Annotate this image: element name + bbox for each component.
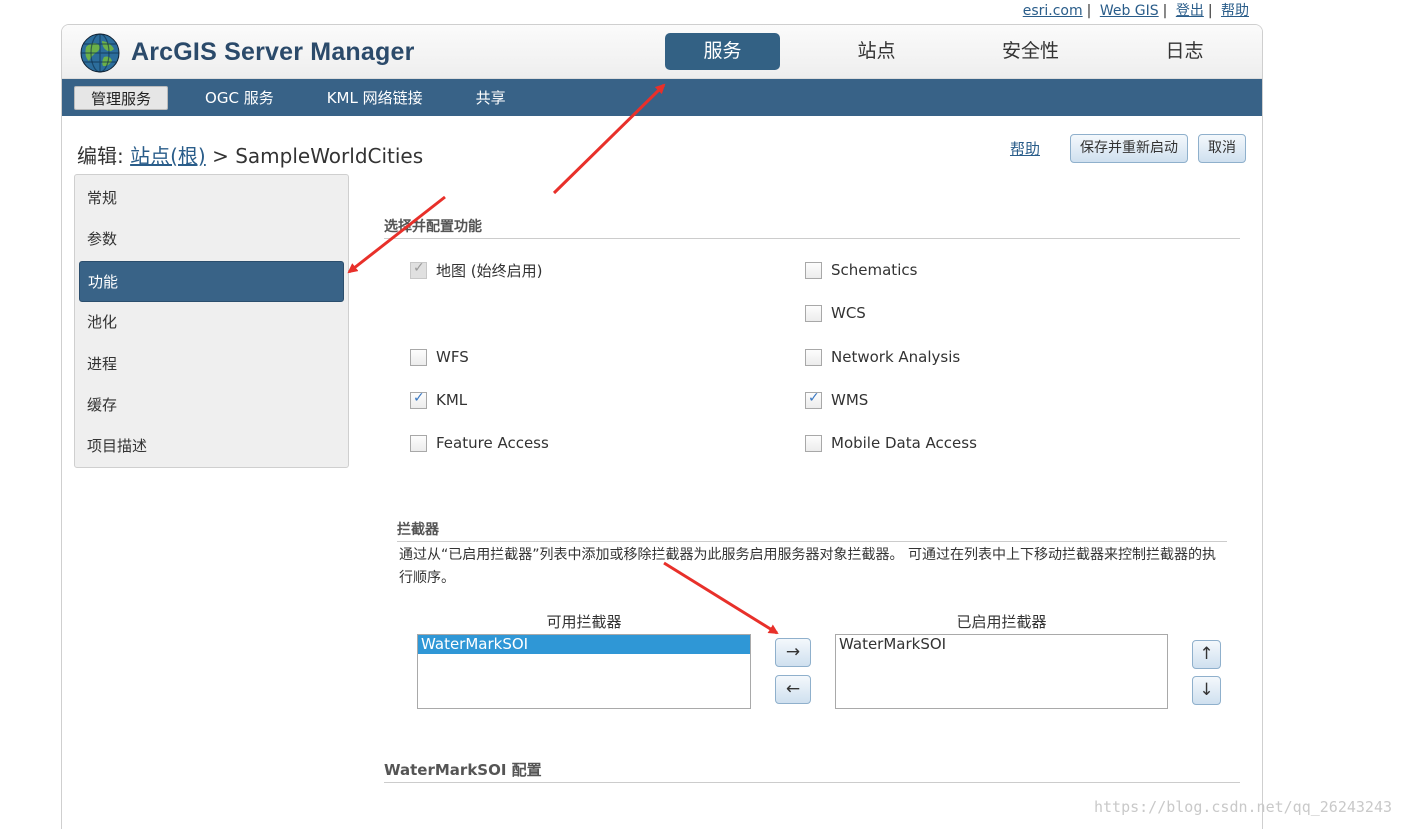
capability-label: KML xyxy=(436,391,468,409)
move-down-button[interactable]: ↓ xyxy=(1192,676,1221,705)
app-title: ArcGIS Server Manager xyxy=(131,38,415,66)
subtab-sharing[interactable]: 共享 xyxy=(460,86,522,110)
separator: | xyxy=(1207,3,1213,19)
move-up-button[interactable]: ↑ xyxy=(1192,640,1221,669)
wfs-checkbox[interactable] xyxy=(410,348,427,366)
wms-checkbox[interactable] xyxy=(805,390,822,409)
add-interceptor-button[interactable]: → xyxy=(775,638,811,667)
interceptors-section-title: 拦截器 xyxy=(397,519,1227,542)
map-checkbox xyxy=(410,260,427,279)
enabled-interceptors-list[interactable]: WaterMarkSOI xyxy=(835,634,1168,709)
enabled-list-label: 已启用拦截器 xyxy=(956,613,1047,631)
watermark-text: https://blog.csdn.net/qq_26243243 xyxy=(1093,798,1392,816)
subtab-manage-services[interactable]: 管理服务 xyxy=(74,85,169,110)
network-analysis-checkbox[interactable] xyxy=(805,348,822,366)
remove-interceptor-button[interactable]: ← xyxy=(775,675,811,704)
page-actions: 帮助 保存并重新启动 取消 xyxy=(1010,134,1246,163)
title-prefix: 编辑: xyxy=(77,144,124,168)
capability-label: 地图 (始终启用) xyxy=(436,261,543,280)
nav-item-general[interactable]: 常规 xyxy=(75,178,348,219)
sub-nav: 管理服务 OGC 服务 KML 网络链接 共享 xyxy=(62,79,1262,116)
breadcrumb-separator: > xyxy=(212,144,229,168)
tab-logs[interactable]: 日志 xyxy=(1127,33,1242,70)
logout-link[interactable]: 登出 xyxy=(1176,3,1204,19)
separator: | xyxy=(1086,3,1092,19)
subtab-ogc-services[interactable]: OGC 服务 xyxy=(189,86,290,110)
capability-label: WFS xyxy=(436,348,469,366)
top-links: esri.com | Web GIS | 登出 | 帮助 xyxy=(1023,0,1249,20)
globe-logo-icon xyxy=(80,33,120,73)
capability-label: Network Analysis xyxy=(831,348,961,366)
nav-item-processes[interactable]: 进程 xyxy=(75,344,348,385)
capability-feature-access[interactable]: Feature Access xyxy=(410,433,549,453)
app-header: ArcGIS Server Manager 服务 站点 安全性 日志 xyxy=(62,25,1262,79)
capability-label: WCS xyxy=(831,304,866,322)
capability-label: WMS xyxy=(831,391,869,409)
capability-wfs[interactable]: WFS xyxy=(410,347,469,367)
subtab-kml-links[interactable]: KML 网络链接 xyxy=(311,86,439,110)
help-link[interactable]: 帮助 xyxy=(1010,138,1040,159)
nav-item-caching[interactable]: 缓存 xyxy=(75,385,348,426)
separator: | xyxy=(1162,3,1168,19)
page-title: 编辑: 站点(根) > SampleWorldCities xyxy=(77,140,423,169)
available-interceptors-list[interactable]: WaterMarkSOI xyxy=(417,634,751,709)
capability-kml[interactable]: KML xyxy=(410,390,467,410)
service-name: SampleWorldCities xyxy=(235,144,424,168)
config-section-title: WaterMarkSOI 配置 xyxy=(384,759,1240,783)
manager-window: ArcGIS Server Manager 服务 站点 安全性 日志 管理服务 … xyxy=(61,24,1263,829)
feature-access-checkbox[interactable] xyxy=(410,434,427,452)
capability-wcs[interactable]: WCS xyxy=(805,303,866,323)
tab-site[interactable]: 站点 xyxy=(819,33,934,70)
tab-security[interactable]: 安全性 xyxy=(973,33,1088,70)
wcs-checkbox[interactable] xyxy=(805,304,822,322)
help-top-link[interactable]: 帮助 xyxy=(1221,3,1249,19)
nav-item-parameters[interactable]: 参数 xyxy=(75,219,348,260)
capability-label: Feature Access xyxy=(436,434,549,452)
capability-mobile-data-access[interactable]: Mobile Data Access xyxy=(805,433,977,453)
kml-checkbox[interactable] xyxy=(410,390,427,409)
esri-link[interactable]: esri.com xyxy=(1023,3,1083,19)
interceptors-description: 通过从“已启用拦截器”列表中添加或移除拦截器为此服务启用服务器对象拦截器。 可通… xyxy=(399,547,1216,586)
list-item[interactable]: WaterMarkSOI xyxy=(418,635,750,654)
capability-network-analysis[interactable]: Network Analysis xyxy=(805,347,960,367)
capability-label: Schematics xyxy=(831,261,918,279)
left-nav: 常规 参数 功能 池化 进程 缓存 项目描述 xyxy=(74,174,349,468)
schematics-checkbox[interactable] xyxy=(805,261,822,279)
nav-item-capabilities[interactable]: 功能 xyxy=(79,260,344,303)
nav-item-item-description[interactable]: 项目描述 xyxy=(75,426,348,467)
tab-services[interactable]: 服务 xyxy=(665,33,780,70)
nav-item-pooling[interactable]: 池化 xyxy=(75,302,348,343)
capability-schematics[interactable]: Schematics xyxy=(805,260,917,280)
capability-wms[interactable]: WMS xyxy=(805,390,868,410)
main-tabs: 服务 站点 安全性 日志 xyxy=(665,33,1262,71)
cancel-button[interactable]: 取消 xyxy=(1198,134,1246,163)
breadcrumb-root-link[interactable]: 站点(根) xyxy=(130,144,206,168)
capabilities-section-title: 选择并配置功能 xyxy=(384,216,1240,239)
web-gis-link[interactable]: Web GIS xyxy=(1100,3,1159,19)
capability-map: 地图 (始终启用) xyxy=(410,260,542,280)
list-item[interactable]: WaterMarkSOI xyxy=(836,635,1167,654)
save-restart-button[interactable]: 保存并重新启动 xyxy=(1070,134,1188,163)
mobile-data-access-checkbox[interactable] xyxy=(805,434,822,452)
capability-label: Mobile Data Access xyxy=(831,434,977,452)
available-list-label: 可用拦截器 xyxy=(546,613,622,631)
